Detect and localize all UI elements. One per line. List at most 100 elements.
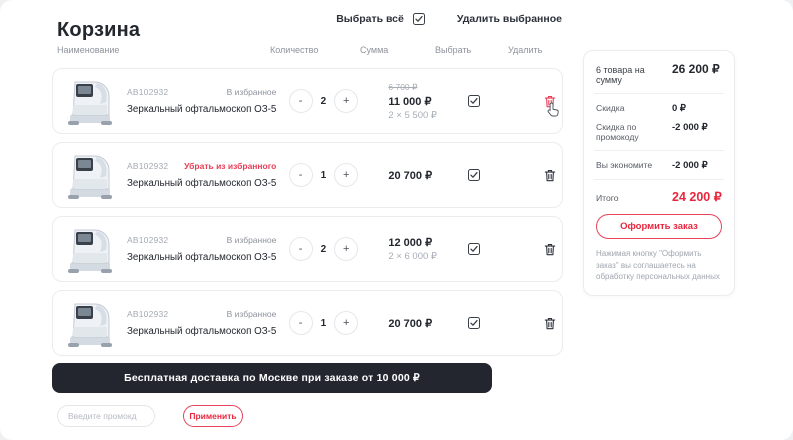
favorite-toggle-link[interactable]: В избранное <box>227 309 277 319</box>
decrease-quantity-button[interactable]: - <box>289 163 313 187</box>
delete-selected-button[interactable]: Удалить выбранное <box>457 13 562 25</box>
quantity-value: 2 <box>321 96 327 107</box>
select-cell <box>458 169 490 181</box>
checkout-button[interactable]: Оформить заказ <box>596 214 722 239</box>
product-info: AB102932 В избранное Зеркальный офтальмо… <box>127 235 276 263</box>
product-article: AB102932 <box>127 235 168 245</box>
discount-label: Скидка <box>596 103 672 113</box>
delete-item-button[interactable] <box>544 317 556 330</box>
price-breakdown: 2 × 5 500 ₽ <box>388 110 458 121</box>
savings-label: Вы экономите <box>596 160 672 170</box>
decrease-quantity-button[interactable]: - <box>289 89 313 113</box>
delete-cell <box>530 317 570 330</box>
column-header-sum: Сумма <box>360 45 388 55</box>
apply-promo-button[interactable]: Применить <box>183 405 243 427</box>
check-icon <box>470 97 478 105</box>
discount-value: 0 ₽ <box>672 103 686 114</box>
product-article: AB102932 <box>127 309 168 319</box>
total-value: 24 200 ₽ <box>672 189 722 204</box>
cart-items-list: AB102932 В избранное Зеркальный офтальмо… <box>52 68 563 364</box>
select-cell <box>458 95 490 107</box>
hand-cursor-icon <box>547 102 560 117</box>
quantity-stepper: - 1 + <box>284 311 362 335</box>
item-checkbox[interactable] <box>468 169 480 181</box>
savings-value: -2 000 ₽ <box>672 160 708 171</box>
cart-item-row: AB102932 В избранное Зеркальный офтальмо… <box>52 216 563 282</box>
legal-text: Нажимая кнопку "Оформить заказ" вы согла… <box>596 248 722 283</box>
product-image <box>63 295 117 351</box>
trash-icon <box>544 169 556 182</box>
table-header-row: Наименование Количество Сумма Выбрать Уд… <box>52 45 563 57</box>
column-header-quantity: Количество <box>270 45 318 55</box>
increase-quantity-button[interactable]: + <box>334 237 358 261</box>
delete-item-button[interactable] <box>544 243 556 256</box>
cart-page: Корзина Выбрать всё Удалить выбранное На… <box>0 0 793 440</box>
cart-item-row: AB102932 Убрать из избранного Зеркальный… <box>52 142 563 208</box>
summary-promo-row: Скидка по промокоду -2 000 ₽ <box>596 122 722 142</box>
column-header-delete: Удалить <box>508 45 542 55</box>
select-cell <box>458 317 490 329</box>
delete-cell <box>530 95 570 108</box>
promo-discount-value: -2 000 ₽ <box>672 122 708 133</box>
summary-savings-row: Вы экономите -2 000 ₽ <box>596 160 722 171</box>
promo-discount-label: Скидка по промокоду <box>596 122 672 142</box>
check-icon <box>415 15 423 23</box>
quantity-value: 2 <box>321 244 327 255</box>
favorite-toggle-link[interactable]: В избранное <box>227 87 277 97</box>
product-image <box>63 73 117 129</box>
price-block: 6 700 ₽ 11 000 ₽ 2 × 5 500 ₽ <box>388 82 458 121</box>
quantity-value: 1 <box>321 318 327 329</box>
page-title: Корзина <box>57 19 140 42</box>
price-breakdown: 2 × 6 000 ₽ <box>388 251 458 262</box>
column-header-name: Наименование <box>57 45 119 55</box>
old-price: 6 700 ₽ <box>388 82 458 93</box>
favorite-toggle-link[interactable]: В избранное <box>227 235 277 245</box>
product-article: AB102932 <box>127 87 168 97</box>
item-checkbox[interactable] <box>468 243 480 255</box>
cart-item-row: AB102932 В избранное Зеркальный офтальмо… <box>52 68 563 134</box>
cart-item-row: AB102932 В избранное Зеркальный офтальмо… <box>52 290 563 356</box>
select-all-checkbox[interactable] <box>413 13 425 25</box>
current-price: 12 000 ₽ <box>388 236 458 249</box>
divider <box>594 150 724 151</box>
current-price: 20 700 ₽ <box>388 317 458 330</box>
select-cell <box>458 243 490 255</box>
item-checkbox[interactable] <box>468 317 480 329</box>
item-checkbox[interactable] <box>468 95 480 107</box>
decrease-quantity-button[interactable]: - <box>289 237 313 261</box>
check-icon <box>470 245 478 253</box>
summary-items-total: 26 200 ₽ <box>672 62 720 76</box>
decrease-quantity-button[interactable]: - <box>289 311 313 335</box>
price-block: 12 000 ₽ 2 × 6 000 ₽ <box>388 236 458 262</box>
product-name: Зеркальный офтальмоскоп ОЗ-5 <box>127 178 276 189</box>
divider <box>594 179 724 180</box>
favorite-toggle-link[interactable]: Убрать из избранного <box>184 161 276 171</box>
price-block: 20 700 ₽ <box>388 317 458 330</box>
summary-items-row: 6 товара на сумму 26 200 ₽ <box>596 62 722 85</box>
select-all-button[interactable]: Выбрать всё <box>336 13 404 25</box>
delete-cell <box>530 169 570 182</box>
quantity-stepper: - 2 + <box>284 89 362 113</box>
price-block: 20 700 ₽ <box>388 169 458 182</box>
free-delivery-banner: Бесплатная доставка по Москве при заказе… <box>52 363 492 393</box>
check-icon <box>470 319 478 327</box>
increase-quantity-button[interactable]: + <box>334 163 358 187</box>
ophthalmoscope-device-image <box>63 295 117 351</box>
column-header-select: Выбрать <box>435 45 471 55</box>
product-name: Зеркальный офтальмоскоп ОЗ-5 <box>127 326 276 337</box>
ophthalmoscope-device-image <box>63 147 117 203</box>
quantity-value: 1 <box>321 170 327 181</box>
divider <box>594 93 724 94</box>
product-name: Зеркальный офтальмоскоп ОЗ-5 <box>127 252 276 263</box>
total-label: Итого <box>596 193 672 203</box>
summary-items-label: 6 товара на сумму <box>596 65 672 85</box>
summary-discount-row: Скидка 0 ₽ <box>596 103 722 114</box>
product-article: AB102932 <box>127 161 168 171</box>
trash-icon <box>544 243 556 256</box>
increase-quantity-button[interactable]: + <box>334 89 358 113</box>
promo-code-input[interactable] <box>57 405 155 427</box>
current-price: 11 000 ₽ <box>388 95 458 108</box>
product-info: AB102932 Убрать из избранного Зеркальный… <box>127 161 276 189</box>
delete-item-button[interactable] <box>544 169 556 182</box>
increase-quantity-button[interactable]: + <box>334 311 358 335</box>
